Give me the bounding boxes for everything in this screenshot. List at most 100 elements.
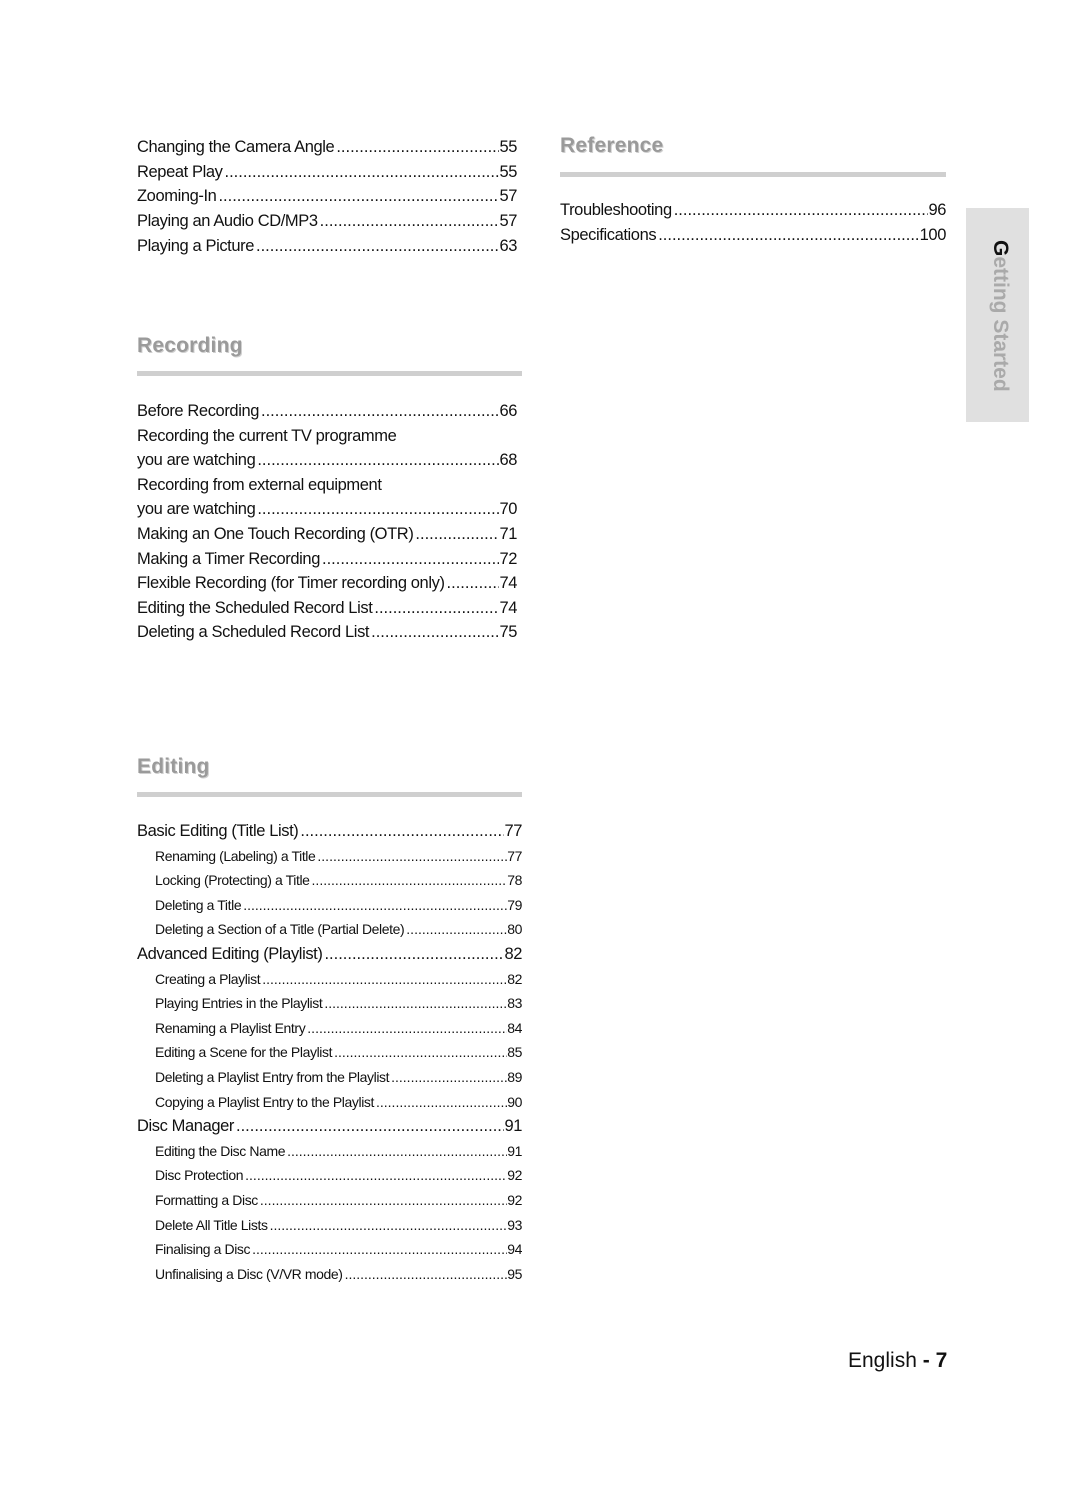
section-heading-recording: Recording — [137, 334, 243, 357]
toc-entry-page: 95 — [507, 1265, 522, 1282]
toc-entry: Deleting a Playlist Entry from the Playl… — [155, 1065, 522, 1089]
dot-leader — [406, 917, 507, 941]
toc-entry: Zooming-In 57 — [137, 184, 517, 208]
toc-entry-title: Before Recording — [137, 402, 260, 420]
toc-entry-page: 78 — [507, 872, 522, 889]
toc-entry: Creating a Playlist 82 — [155, 967, 522, 991]
section-heading-reference: Reference — [560, 134, 664, 157]
toc-entry-title: Advanced Editing (Playlist) — [137, 945, 323, 963]
dot-leader — [243, 893, 507, 917]
dot-leader — [260, 1188, 507, 1212]
toc-entry: Deleting a Title 79 — [155, 893, 522, 917]
toc-entry: Deleting a Section of a Title (Partial D… — [155, 917, 522, 941]
dot-leader — [336, 135, 499, 159]
toc-entry-title: Deleting a Section of a Title (Partial D… — [155, 921, 405, 938]
toc-entry: Locking (Protecting) a Title 78 — [155, 868, 522, 892]
dot-leader — [658, 223, 919, 247]
toc-entry-page: 74 — [499, 574, 517, 593]
toc-entry-page: 84 — [507, 1019, 522, 1036]
toc-entry-page: 57 — [499, 187, 517, 206]
dot-leader — [391, 1065, 507, 1089]
toc-entry: Unfinalising a Disc (V/VR mode) 95 — [155, 1262, 522, 1286]
dot-leader — [261, 399, 499, 423]
toc-entry-title: Making a Timer Recording — [137, 549, 320, 568]
toc-entry-title: Creating a Playlist — [155, 970, 261, 987]
page-footer: English - 7 — [848, 1349, 947, 1373]
dot-leader — [374, 596, 499, 620]
toc-entry-page: 96 — [928, 201, 946, 219]
toc-entry-title: Specifications — [560, 226, 657, 244]
dot-leader — [320, 209, 500, 233]
toc-entry-title: Changing the Camera Angle — [137, 138, 335, 156]
toc-entry-page: 66 — [499, 402, 517, 420]
side-tab-rest: etting Started — [989, 256, 1012, 392]
dot-leader — [225, 160, 500, 184]
dot-leader — [345, 1262, 508, 1286]
toc-entry: Disc Manager 91 — [137, 1114, 522, 1138]
toc-entry: you are watching 68 — [137, 448, 517, 472]
toc-entry-title: Formatting a Disc — [155, 1192, 258, 1208]
toc-entry: Advanced Editing (Playlist) 82 — [137, 942, 522, 966]
toc-entry: Making an One Touch Recording (OTR) 71 — [137, 522, 517, 546]
toc-entry: Before Recording 66 — [137, 399, 517, 423]
toc-entry-title: Flexible Recording (for Timer recording … — [137, 574, 445, 593]
footer-language: English — [848, 1349, 917, 1372]
toc-entry-title: Repeat Play — [137, 162, 223, 181]
toc-entry-title: Deleting a Playlist Entry from the Playl… — [155, 1069, 390, 1085]
toc-entry: Making a Timer Recording 72 — [137, 547, 517, 571]
toc-entry: Playing a Picture 63 — [137, 234, 517, 258]
toc-entry-title: you are watching — [137, 451, 256, 470]
toc-entry: Disc Protection 92 — [155, 1163, 522, 1187]
toc-entry-title: Recording from external equipment — [137, 475, 382, 494]
toc-entry: Deleting a Scheduled Record List 75 — [137, 620, 517, 644]
toc-entry-page: 90 — [507, 1093, 522, 1110]
toc-entry-title: Copying a Playlist Entry to the Playlist — [155, 1093, 374, 1110]
toc-entry: Editing the Disc Name 91 — [155, 1139, 522, 1163]
toc-entry-title: Playing an Audio CD/MP3 — [137, 212, 318, 231]
toc-entry-title: you are watching — [137, 500, 256, 519]
footer-separator: - — [916, 1349, 936, 1372]
toc-entry: Troubleshooting 96 — [560, 198, 946, 222]
toc-entry: Repeat Play 55 — [137, 160, 517, 184]
toc-entry-page: 82 — [507, 970, 522, 987]
toc-entry-page: 92 — [507, 1167, 522, 1184]
toc-entry-title: Locking (Protecting) a Title — [155, 872, 310, 889]
toc-entry: Finalising a Disc 94 — [155, 1237, 522, 1261]
toc-entry-page: 82 — [504, 945, 522, 963]
toc-entry-page: 93 — [507, 1216, 522, 1233]
toc-entry: Changing the Camera Angle 55 — [137, 135, 517, 159]
toc-entry-title: Zooming-In — [137, 187, 217, 206]
toc-entry: Recording the current TV programme — [137, 424, 517, 448]
dot-leader — [334, 1040, 507, 1064]
toc-entry-page: 57 — [499, 212, 517, 231]
toc-entry-page: 91 — [504, 1117, 522, 1136]
dot-leader — [287, 1139, 507, 1163]
toc-entry-title: Troubleshooting — [560, 201, 672, 219]
toc-entry: Playing an Audio CD/MP3 57 — [137, 209, 517, 233]
dot-leader — [252, 1237, 507, 1261]
toc-entry: Specifications 100 — [560, 223, 946, 247]
dot-leader — [257, 497, 499, 521]
dot-leader — [322, 547, 499, 571]
dot-leader — [300, 819, 504, 843]
dot-leader — [324, 991, 507, 1015]
dot-leader — [415, 522, 499, 546]
toc-entry-title: Delete All Title Lists — [155, 1216, 268, 1233]
toc-entry-page: 83 — [507, 995, 522, 1012]
toc-entry-page: 100 — [919, 226, 947, 244]
toc-entry-title: Editing a Scene for the Playlist — [155, 1044, 333, 1061]
side-tab-initial: G — [989, 240, 1012, 257]
toc-entry-title: Editing the Disc Name — [155, 1142, 286, 1159]
toc-entry: Renaming a Playlist Entry 84 — [155, 1016, 522, 1040]
toc-entry-title: Editing the Scheduled Record List — [137, 598, 373, 617]
dot-leader — [270, 1213, 508, 1237]
section-divider — [560, 172, 946, 177]
toc-entry-title: Disc Protection — [155, 1167, 244, 1184]
toc-entry-title: Deleting a Title — [155, 896, 242, 913]
dot-leader — [447, 571, 500, 595]
toc-entry-title: Renaming a Playlist Entry — [155, 1019, 306, 1036]
dot-leader — [674, 198, 929, 222]
toc-entry: Copying a Playlist Entry to the Playlist… — [155, 1090, 522, 1114]
dot-leader — [376, 1090, 507, 1114]
page-number: 7 — [935, 1349, 948, 1372]
